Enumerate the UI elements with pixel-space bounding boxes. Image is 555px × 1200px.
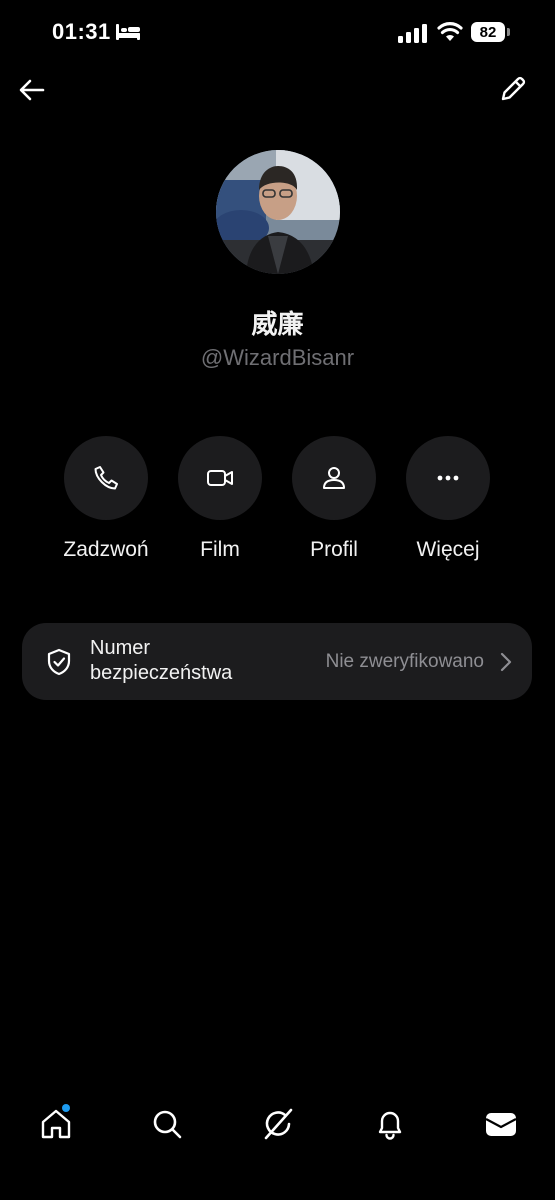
call-action[interactable]: Zadzwoń: [46, 436, 166, 566]
battery-cap: [507, 28, 510, 36]
edit-button[interactable]: [498, 74, 528, 104]
nav-notifications[interactable]: [372, 1104, 408, 1144]
avatar-photo: [216, 150, 340, 274]
more-dots-icon: [437, 475, 459, 481]
envelope-icon: [485, 1113, 517, 1136]
pencil-icon: [501, 76, 526, 101]
shield-check-icon: [47, 648, 71, 676]
phone-icon: [94, 466, 118, 490]
bed-icon: [116, 24, 140, 40]
person-icon: [323, 467, 345, 489]
more-action[interactable]: Więcej: [388, 436, 508, 566]
video-label: Film: [200, 538, 240, 561]
safety-number-row[interactable]: Numer bezpieczeństwa Nie zweryfikowano: [22, 623, 532, 700]
nav-search[interactable]: [149, 1104, 185, 1144]
display-name: 威廉: [251, 309, 304, 339]
safety-number-label: Numer bezpieczeństwa: [90, 637, 233, 684]
more-label: Więcej: [416, 538, 480, 561]
avatar[interactable]: [216, 150, 340, 274]
arrow-left-icon: [19, 79, 45, 101]
chevron-right-icon: [500, 652, 512, 672]
video-action[interactable]: Film: [160, 436, 280, 566]
battery-indicator: 82: [471, 22, 505, 42]
user-handle: @WizardBisanr: [200, 345, 355, 370]
profile-button[interactable]: [292, 436, 376, 520]
status-time: 01:31: [52, 19, 111, 44]
call-label: Zadzwoń: [63, 538, 149, 561]
wifi-icon: [437, 22, 463, 41]
grok-icon: [264, 1108, 293, 1140]
cellular-signal-icon: [398, 24, 427, 43]
home-notification-dot: [62, 1104, 70, 1112]
video-button[interactable]: [178, 436, 262, 520]
battery-level: 82: [479, 23, 497, 41]
nav-grok[interactable]: [260, 1104, 296, 1144]
nav-messages[interactable]: [483, 1104, 519, 1144]
profile-action[interactable]: Profil: [274, 436, 394, 566]
more-button[interactable]: [406, 436, 490, 520]
profile-label: Profil: [310, 538, 358, 561]
verification-status: Nie zweryfikowano: [325, 651, 484, 672]
call-button[interactable]: [64, 436, 148, 520]
bell-icon: [378, 1111, 402, 1140]
back-button[interactable]: [16, 75, 48, 105]
home-icon: [41, 1109, 71, 1139]
video-camera-icon: [207, 470, 233, 486]
search-icon: [153, 1110, 182, 1139]
